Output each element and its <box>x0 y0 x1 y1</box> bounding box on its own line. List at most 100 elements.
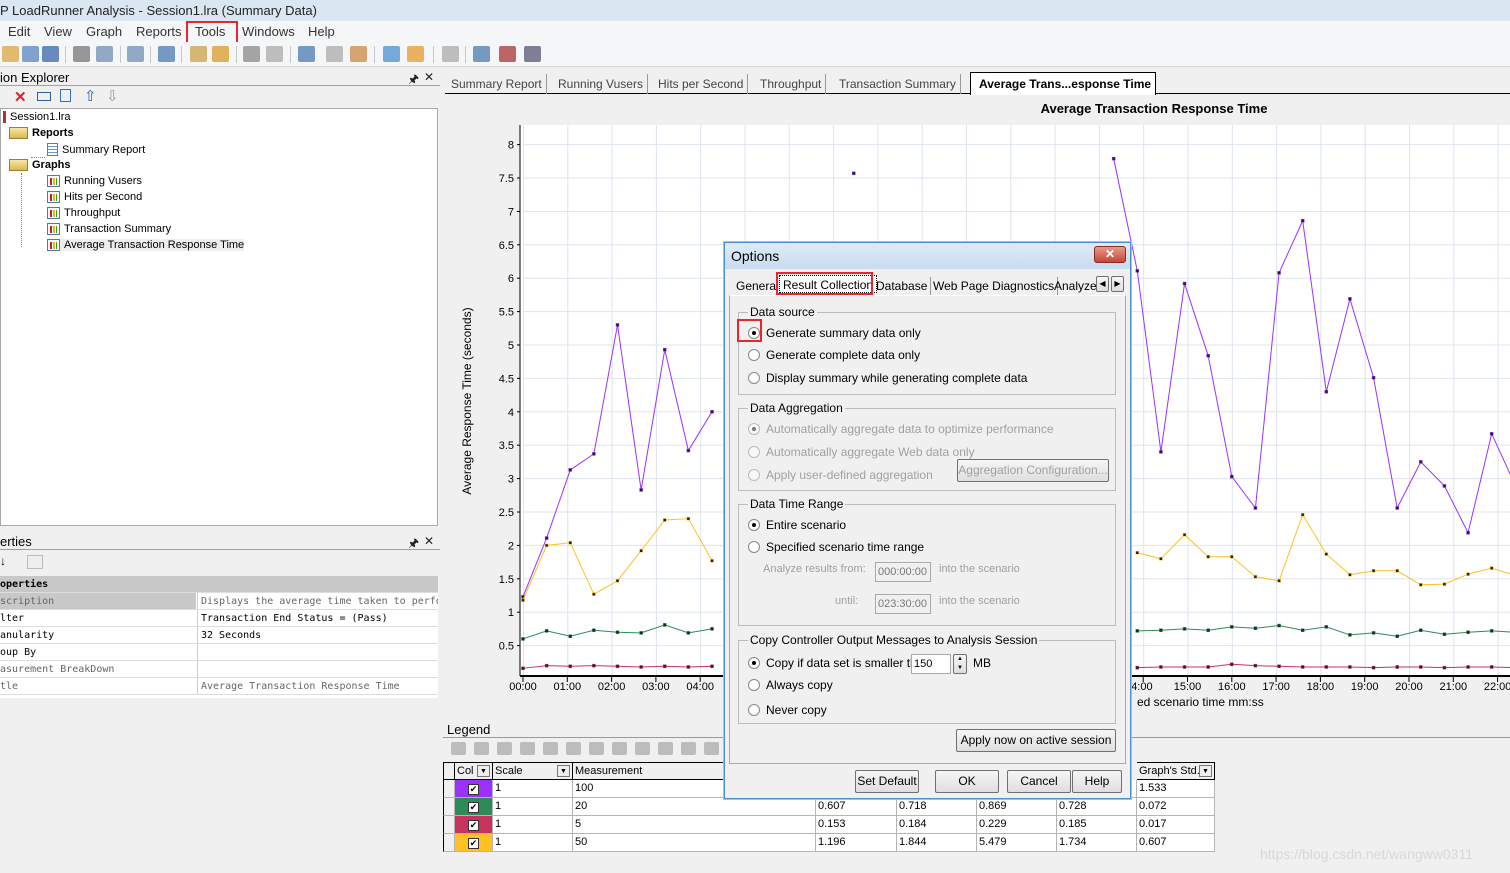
help-button[interactable]: Help <box>1072 770 1122 793</box>
legend-cell[interactable]: 5 <box>573 816 816 834</box>
tree-node[interactable]: Graphs <box>9 159 71 171</box>
radio-complete-only[interactable]: Generate complete data only <box>748 348 920 362</box>
cancel-button[interactable]: Cancel <box>1007 770 1071 793</box>
visibility-checkbox[interactable]: ✔ <box>468 784 479 795</box>
bar-chart-icon[interactable] <box>350 46 367 62</box>
tab-transaction-summary[interactable]: Transaction Summary <box>839 74 961 94</box>
export-html-icon[interactable] <box>96 46 113 62</box>
property-row[interactable]: oup By <box>0 644 438 661</box>
legend-cell[interactable]: 0.607 <box>816 798 897 816</box>
legend-tool-icon[interactable] <box>497 742 512 755</box>
close-icon[interactable]: ✕ <box>424 70 434 84</box>
radio-always-copy[interactable]: Always copy <box>748 678 833 692</box>
legend-tool-icon[interactable] <box>658 742 673 755</box>
property-row[interactable]: lter Transaction End Status = (Pass) <box>0 610 438 627</box>
menu-graph[interactable]: Graph <box>86 24 122 39</box>
tree-node[interactable]: Reports <box>9 127 74 139</box>
legend-cell[interactable]: 1 <box>493 816 573 834</box>
legend-icon[interactable] <box>524 46 541 62</box>
legend-tool-icon[interactable] <box>451 742 466 755</box>
legend-cell[interactable]: 1 <box>493 780 573 798</box>
visibility-checkbox[interactable]: ✔ <box>468 802 479 813</box>
tab-database[interactable]: Database <box>873 277 932 295</box>
property-value[interactable] <box>197 661 438 677</box>
property-row[interactable]: anularity 32 Seconds <box>0 627 438 644</box>
legend-cell[interactable]: 0.728 <box>1057 798 1137 816</box>
legend-cell[interactable]: 0.607 <box>1137 834 1215 852</box>
tab-hits-per-second[interactable]: Hits per Second <box>658 74 749 94</box>
pin-icon[interactable]: 🖈 <box>408 534 419 555</box>
close-icon[interactable]: ✕ <box>424 534 434 548</box>
apply-now-button[interactable]: Apply now on active session <box>956 729 1116 752</box>
legend-cell[interactable]: ✔ <box>455 834 493 852</box>
tree-node[interactable]: Average Transaction Response Time <box>47 239 245 251</box>
property-row[interactable]: asurement BreakDown <box>0 661 438 678</box>
legend-cell[interactable]: 1 <box>493 798 573 816</box>
filter-icon[interactable] <box>158 46 175 62</box>
radio-aggregate-web[interactable]: Automatically aggregate Web data only <box>748 445 975 459</box>
legend-tool-icon[interactable] <box>589 742 604 755</box>
property-value[interactable]: 32 Seconds <box>197 627 438 643</box>
set-default-button[interactable]: Set Default <box>855 770 919 793</box>
legend-cell[interactable]: 1.196 <box>816 834 897 852</box>
move-down-icon[interactable]: ⇩ <box>106 87 119 105</box>
property-pages-icon[interactable] <box>27 555 43 569</box>
dropdown-arrow-icon[interactable]: ▼ <box>1199 765 1212 777</box>
legend-cell[interactable]: 0.072 <box>1137 798 1215 816</box>
tree-node[interactable]: Transaction Summary <box>47 223 171 235</box>
tree-node[interactable]: Running Vusers <box>47 175 142 187</box>
legend-tool-icon[interactable] <box>520 742 535 755</box>
dropdown-arrow-icon[interactable]: ▼ <box>557 765 570 777</box>
tab-analyze[interactable]: Analyze <box>1051 277 1100 295</box>
property-row[interactable]: scription Displays the average time taken… <box>0 593 438 610</box>
radio-copy-if-smaller[interactable]: Copy if data set is smaller than <box>748 656 930 670</box>
undo-icon[interactable] <box>243 46 260 62</box>
merge-icon[interactable] <box>383 46 400 62</box>
arrow-icon[interactable] <box>499 46 516 62</box>
row-selector[interactable] <box>443 834 455 852</box>
visibility-checkbox[interactable]: ✔ <box>468 820 479 831</box>
legend-cell[interactable]: 1 <box>493 834 573 852</box>
property-value[interactable] <box>197 644 438 660</box>
clock-icon[interactable] <box>212 46 229 62</box>
tab-throughput[interactable]: Throughput <box>760 74 827 94</box>
legend-cell[interactable]: 0.153 <box>816 816 897 834</box>
copy-icon[interactable] <box>60 89 71 102</box>
radio-display-summary[interactable]: Display summary while generating complet… <box>748 371 1027 385</box>
new-session-icon[interactable] <box>22 46 39 62</box>
legend-cell[interactable]: 1.533 <box>1137 780 1215 798</box>
radio-user-defined[interactable]: Apply user-defined aggregation <box>748 468 933 482</box>
swap-icon[interactable] <box>407 46 424 62</box>
tree-node[interactable]: Session1.lra <box>3 111 71 123</box>
rename-icon[interactable] <box>37 92 51 101</box>
import-icon[interactable] <box>2 46 19 62</box>
legend-cell[interactable]: ✔ <box>455 816 493 834</box>
property-row[interactable]: tle Average Transaction Response Time <box>0 678 438 695</box>
legend-cell[interactable]: 0.718 <box>897 798 977 816</box>
legend-header-selector[interactable] <box>443 762 455 780</box>
legend-cell[interactable]: 0.184 <box>897 816 977 834</box>
legend-header-std[interactable]: Graph's Std. ▼ <box>1137 762 1215 780</box>
tab-running-vusers[interactable]: Running Vusers <box>558 74 648 94</box>
legend-tool-icon[interactable] <box>612 742 627 755</box>
property-value[interactable]: Transaction End Status = (Pass) <box>197 610 438 626</box>
graph-filter-icon[interactable] <box>298 46 315 62</box>
add-graph-icon[interactable] <box>127 46 144 62</box>
legend-cell[interactable]: 0.229 <box>977 816 1057 834</box>
delete-icon[interactable]: ✕ <box>14 88 27 106</box>
tab-scroll-left[interactable]: ◀ <box>1096 276 1109 292</box>
visibility-checkbox[interactable]: ✔ <box>468 838 479 849</box>
radio-entire-scenario[interactable]: Entire scenario <box>748 518 846 532</box>
tree-node[interactable]: Summary Report <box>47 143 145 156</box>
tree-node[interactable]: Throughput <box>47 207 120 219</box>
legend-tool-icon[interactable] <box>543 742 558 755</box>
legend-tool-icon[interactable] <box>704 742 719 755</box>
tab-web-page-diagnostics[interactable]: Web Page Diagnostics <box>930 277 1059 295</box>
radio-summary-only[interactable]: Generate summary data only <box>748 326 921 340</box>
redo-icon[interactable] <box>266 46 283 62</box>
row-selector[interactable] <box>443 780 455 798</box>
comment-icon[interactable] <box>473 46 490 62</box>
menu-help[interactable]: Help <box>308 24 335 39</box>
menu-windows[interactable]: Windows <box>242 24 295 39</box>
dropdown-arrow-icon[interactable]: ▼ <box>477 765 490 777</box>
